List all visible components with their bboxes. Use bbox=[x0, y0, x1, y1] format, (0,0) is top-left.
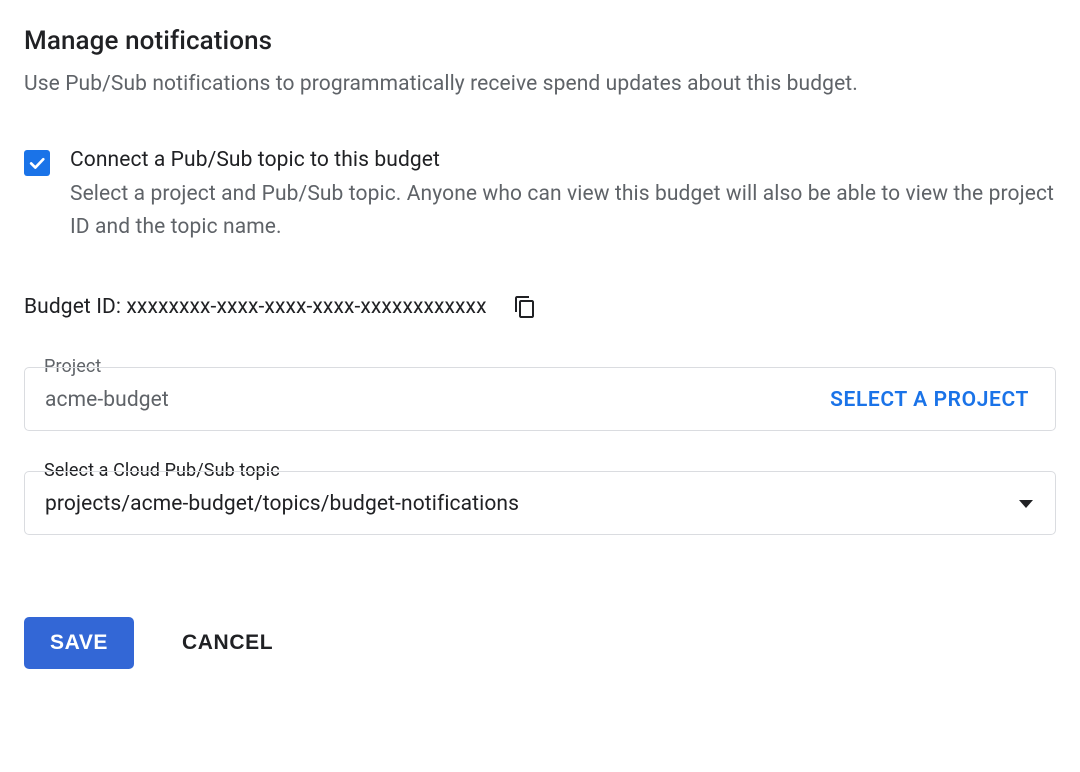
checkmark-icon bbox=[27, 153, 47, 173]
cancel-button[interactable]: CANCEL bbox=[182, 631, 273, 655]
project-field-value: acme-budget bbox=[45, 388, 169, 412]
checkbox-label: Connect a Pub/Sub topic to this budget bbox=[70, 148, 1056, 172]
pubsub-topic-field[interactable]: Select a Cloud Pub/Sub topic projects/ac… bbox=[24, 471, 1056, 535]
checkbox-content: Connect a Pub/Sub topic to this budget S… bbox=[70, 148, 1056, 243]
budget-id-text: Budget ID: xxxxxxxx-xxxx-xxxx-xxxx-xxxxx… bbox=[24, 295, 487, 319]
page-subtitle: Use Pub/Sub notifications to programmati… bbox=[24, 72, 1056, 96]
checkbox-helper-text: Select a project and Pub/Sub topic. Anyo… bbox=[70, 178, 1056, 243]
connect-pubsub-checkbox[interactable] bbox=[24, 150, 50, 176]
copy-icon[interactable] bbox=[513, 295, 537, 319]
save-button[interactable]: SAVE bbox=[24, 617, 134, 669]
pubsub-topic-field-value: projects/acme-budget/topics/budget-notif… bbox=[45, 492, 519, 516]
select-project-button[interactable]: SELECT A PROJECT bbox=[830, 388, 1029, 412]
connect-pubsub-checkbox-row: Connect a Pub/Sub topic to this budget S… bbox=[24, 148, 1056, 243]
project-field: Project acme-budget SELECT A PROJECT bbox=[24, 367, 1056, 431]
button-row: SAVE CANCEL bbox=[24, 617, 1056, 669]
page-title: Manage notifications bbox=[24, 26, 1056, 56]
budget-id-row: Budget ID: xxxxxxxx-xxxx-xxxx-xxxx-xxxxx… bbox=[24, 295, 1056, 319]
chevron-down-icon[interactable] bbox=[1019, 500, 1033, 508]
